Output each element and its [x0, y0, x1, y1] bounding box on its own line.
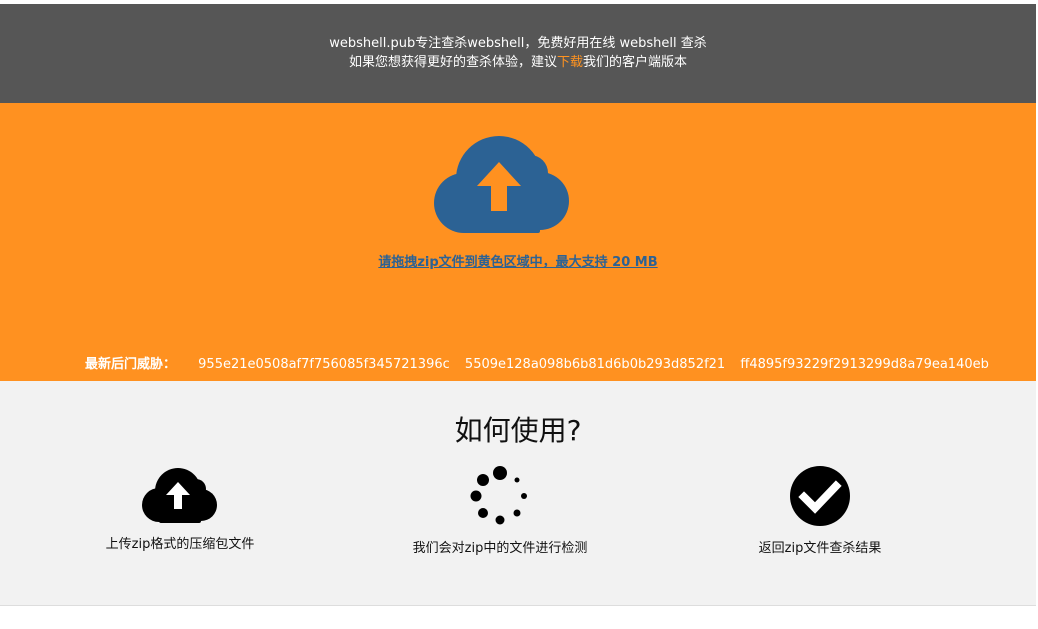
- step-result: 返回zip文件查杀结果: [670, 465, 970, 556]
- spinner-icon: [470, 466, 527, 525]
- upload-dropzone[interactable]: 请拖拽zip文件到黄色区域中，最大支持 20 MB 最新后门威胁： 955e21…: [0, 103, 1036, 381]
- threat-hash-link[interactable]: 955e21e0508af7f756085f345721396c: [198, 357, 450, 372]
- drop-hint-link[interactable]: 请拖拽zip文件到黄色区域中，最大支持 20 MB: [0, 251, 1036, 270]
- step-scan: 我们会对zip中的文件进行检测: [350, 465, 650, 556]
- step-upload-label: 上传zip格式的压缩包文件: [105, 537, 255, 552]
- download-note-prefix: 如果您想获得更好的查杀体验，建议: [348, 55, 557, 70]
- step-upload: 上传zip格式的压缩包文件: [30, 465, 330, 552]
- page: webshell.pub专注查杀webshell，免费好用在线 webshell…: [0, 0, 1038, 629]
- check-circle-icon: [790, 466, 850, 526]
- download-note-suffix: 我们的客户端版本: [583, 55, 688, 70]
- threat-hash-link[interactable]: ff4895f93229f2913299d8a79ea140eb: [740, 357, 989, 372]
- latest-threats-label: 最新后门威胁：: [85, 357, 177, 372]
- threat-hash-link[interactable]: 5509e128a098b6b81d6b0b293d852f21: [465, 357, 725, 372]
- download-link[interactable]: 下载: [557, 55, 583, 70]
- how-to-use-section: 如何使用? 上传zip格式的压缩包文件 我们会对zip中的文件进行检测 返回zi…: [0, 381, 1036, 606]
- step-result-label: 返回zip文件查杀结果: [758, 541, 882, 556]
- header-tagline: webshell.pub专注查杀webshell，免费好用在线 webshell…: [329, 36, 707, 51]
- header-download-note: 如果您想获得更好的查杀体验，建议下载我们的客户端版本: [0, 54, 1036, 72]
- cloud-upload-icon[interactable]: [432, 129, 572, 233]
- header-banner: webshell.pub专注查杀webshell，免费好用在线 webshell…: [0, 4, 1036, 103]
- step-scan-label: 我们会对zip中的文件进行检测: [412, 541, 588, 556]
- how-to-use-title: 如何使用?: [454, 414, 582, 447]
- cloud-upload-icon: [142, 468, 217, 523]
- latest-threats: 最新后门威胁： 955e21e0508af7f756085f345721396c…: [85, 353, 1000, 372]
